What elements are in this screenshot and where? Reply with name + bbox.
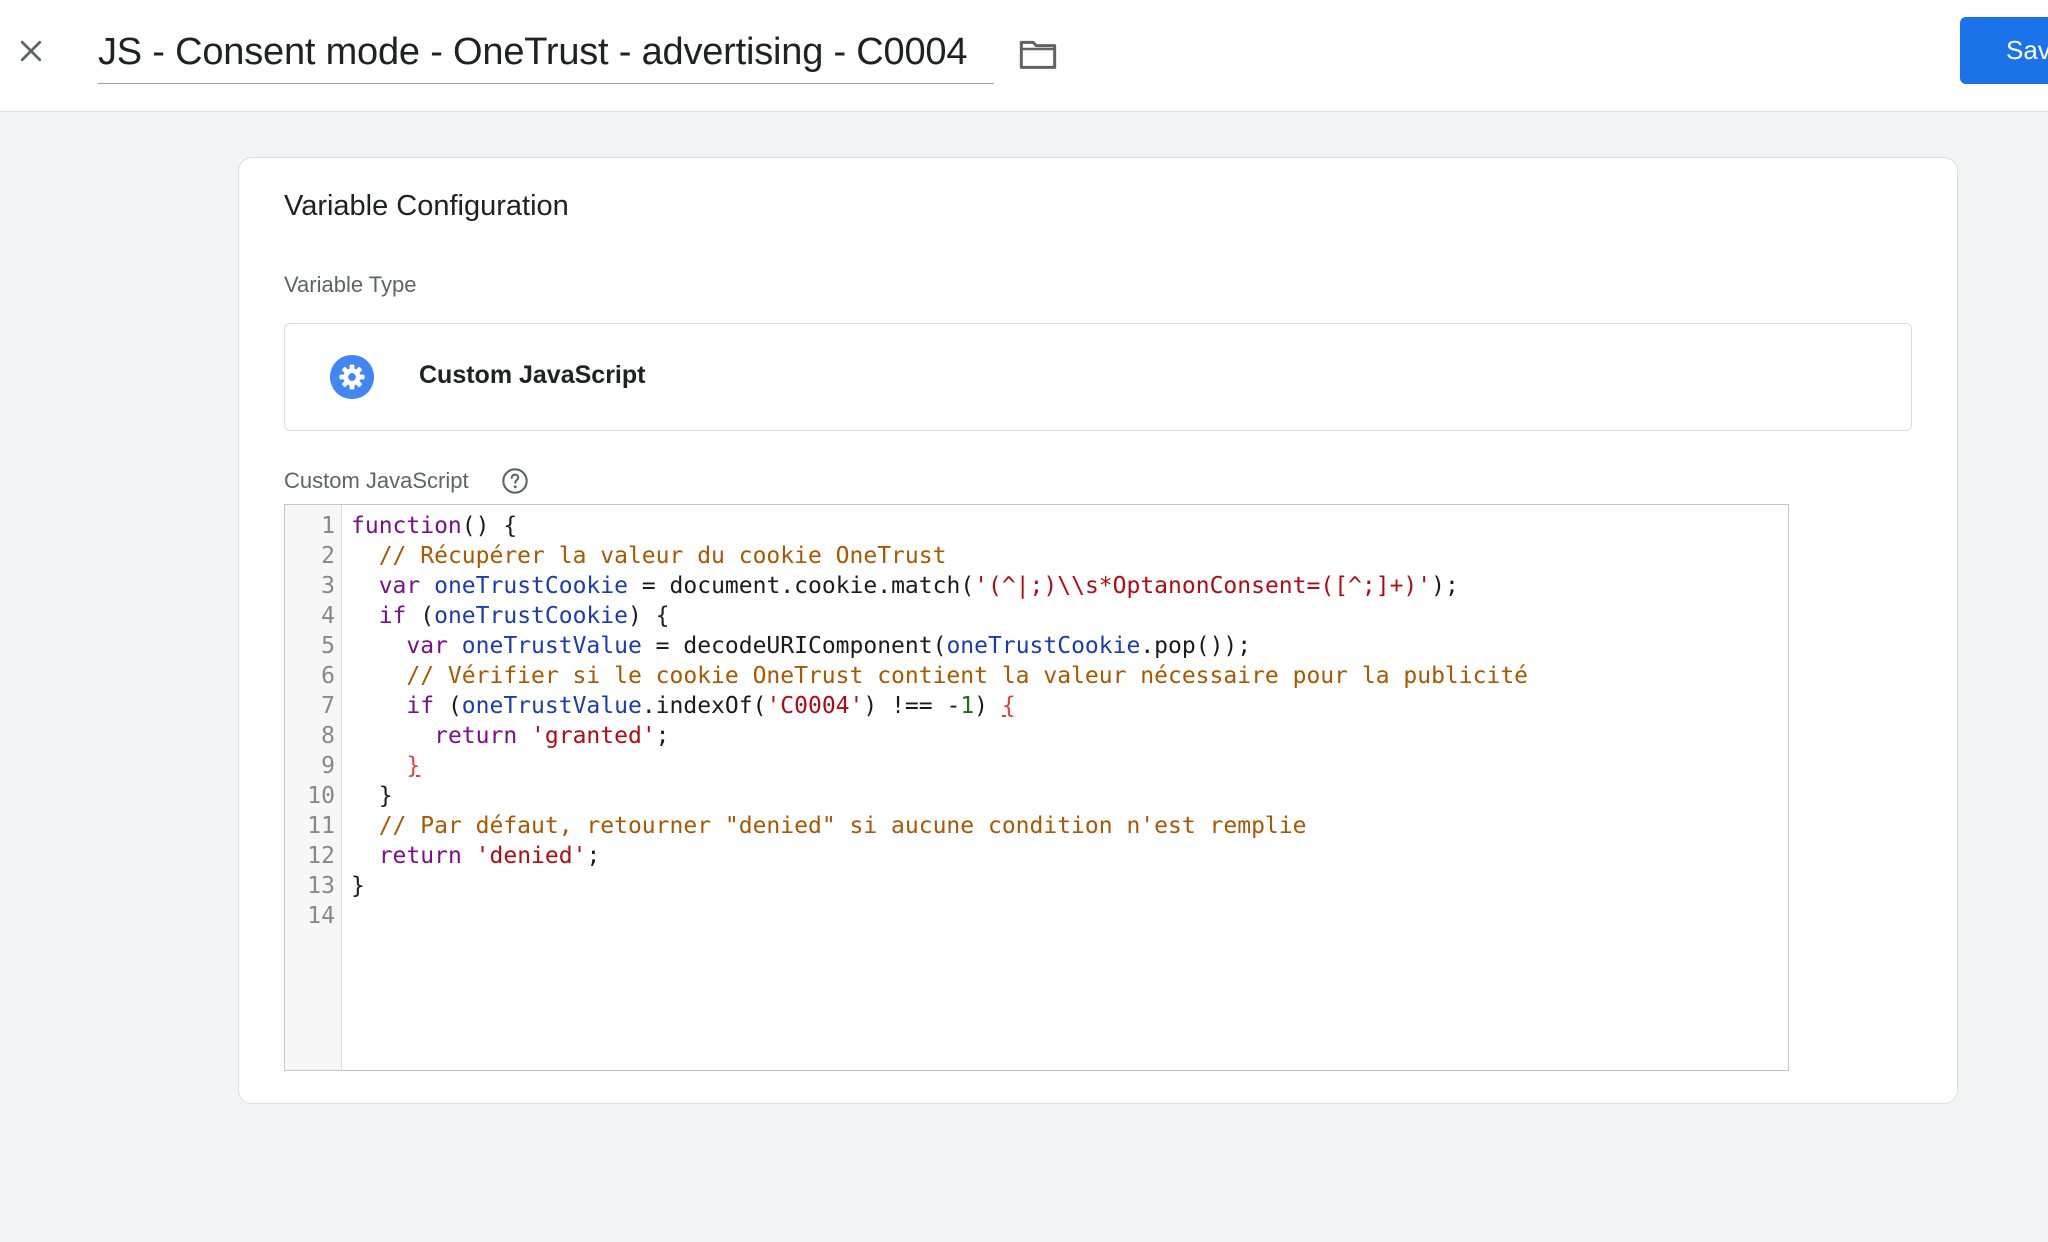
code-line: var oneTrustValue = decodeURIComponent(o… — [351, 631, 1251, 661]
code-token: var — [406, 633, 448, 659]
line-number: 8 — [321, 723, 335, 749]
card-title: Variable Configuration — [284, 190, 569, 222]
line-number: 5 — [321, 633, 335, 659]
code-token: } — [351, 783, 393, 809]
code-token: ( — [434, 693, 462, 719]
code-token: oneTrustCookie — [434, 603, 628, 629]
line-number: 12 — [307, 843, 335, 869]
code-line: var oneTrustCookie = document.cookie.mat… — [351, 571, 1459, 601]
line-number: 6 — [321, 663, 335, 689]
help-circle-icon[interactable] — [501, 467, 529, 495]
gear-icon — [329, 354, 375, 400]
custom-javascript-label: Custom JavaScript — [284, 468, 469, 493]
code-token: .indexOf( — [641, 693, 767, 719]
code-token: var — [378, 573, 421, 599]
line-number: 11 — [307, 813, 335, 839]
line-number: 7 — [321, 693, 335, 719]
code-token: = decodeURIComponent( — [641, 633, 947, 659]
code-token: function — [351, 513, 462, 539]
code-token: oneTrustValue — [461, 693, 642, 719]
code-line: if (oneTrustValue.indexOf('C0004') !== -… — [351, 691, 1016, 721]
code-editor[interactable]: 1 2 3 4 5 6 7 8 9 10 11 12 13 14 function() { // Récu… — [284, 504, 1789, 1071]
line-number: 1 — [321, 513, 335, 539]
code-line: return 'denied'; — [351, 841, 601, 871]
code-token: ; — [586, 843, 601, 869]
code-token: .pop()); — [1140, 633, 1252, 659]
code-token: '(^|;)\\s*OptanonConsent=([^;]+)' — [974, 573, 1432, 599]
code-line: // Vérifier si le cookie OneTrust contie… — [351, 661, 1528, 691]
code-token: = document.cookie.match( — [627, 573, 975, 599]
code-token: // Récupérer la valeur du cookie OneTrus… — [378, 543, 947, 569]
code-token: } — [351, 873, 365, 899]
line-number: 2 — [321, 543, 335, 569]
code-line: return 'granted'; — [351, 721, 670, 751]
code-token: if — [378, 603, 407, 629]
code-line: } — [351, 871, 365, 901]
code-token: ); — [1431, 573, 1459, 599]
close-icon — [20, 40, 42, 62]
code-token: return — [378, 843, 462, 869]
code-token: // Par défaut, retourner "denied" si auc… — [378, 813, 1307, 839]
code-token: ; — [655, 723, 670, 749]
code-token: oneTrustCookie — [946, 633, 1141, 659]
line-number: 10 — [307, 783, 335, 809]
code-line: // Récupérer la valeur du cookie OneTrus… — [351, 541, 947, 571]
code-token: oneTrustValue — [461, 633, 642, 659]
line-number: 9 — [321, 753, 335, 779]
code-line: } — [351, 781, 393, 811]
editor-header: JS - Consent mode - OneTrust - advertisi… — [0, 0, 2048, 112]
line-number: 3 — [321, 573, 335, 599]
variable-type-selector[interactable]: Custom JavaScript — [284, 323, 1912, 431]
save-button[interactable]: Save — [1960, 17, 2048, 84]
code-token: ) { — [627, 603, 670, 629]
folder-button[interactable] — [1016, 32, 1060, 76]
code-token: oneTrustCookie — [434, 573, 628, 599]
variable-name-text: JS - Consent mode - OneTrust - advertisi… — [98, 31, 968, 73]
variable-name-input[interactable]: JS - Consent mode - OneTrust - advertisi… — [98, 20, 994, 84]
variable-type-name: Custom JavaScript — [419, 361, 646, 389]
code-token: if — [406, 693, 435, 719]
code-token: return — [434, 723, 518, 749]
code-token: // Vérifier si le cookie OneTrust contie… — [406, 663, 1529, 689]
line-number: 4 — [321, 603, 335, 629]
code-token: } — [406, 753, 421, 779]
code-line: // Par défaut, retourner "denied" si auc… — [351, 811, 1307, 841]
code-token: () { — [461, 513, 518, 539]
code-line: function() { — [351, 511, 517, 541]
variable-configuration-card: Variable Configuration Variable Type Cus… — [238, 157, 1958, 1104]
code-token: 1 — [960, 693, 975, 719]
code-token: ) !== - — [863, 693, 961, 719]
line-number-gutter: 1 2 3 4 5 6 7 8 9 10 11 12 13 14 — [285, 505, 342, 1070]
line-number: 14 — [307, 903, 335, 929]
code-token: ( — [406, 603, 435, 629]
code-token: 'denied' — [475, 843, 587, 869]
code-line: if (oneTrustCookie) { — [351, 601, 670, 631]
line-number: 13 — [307, 873, 335, 899]
code-token: ) — [974, 693, 1002, 719]
code-token: 'granted' — [531, 723, 656, 749]
code-token: { — [1001, 693, 1016, 719]
code-token: 'C0004' — [766, 693, 864, 719]
variable-type-label: Variable Type — [284, 272, 417, 297]
close-button[interactable] — [10, 30, 52, 72]
code-line: } — [351, 751, 420, 781]
folder-icon — [1019, 40, 1057, 69]
